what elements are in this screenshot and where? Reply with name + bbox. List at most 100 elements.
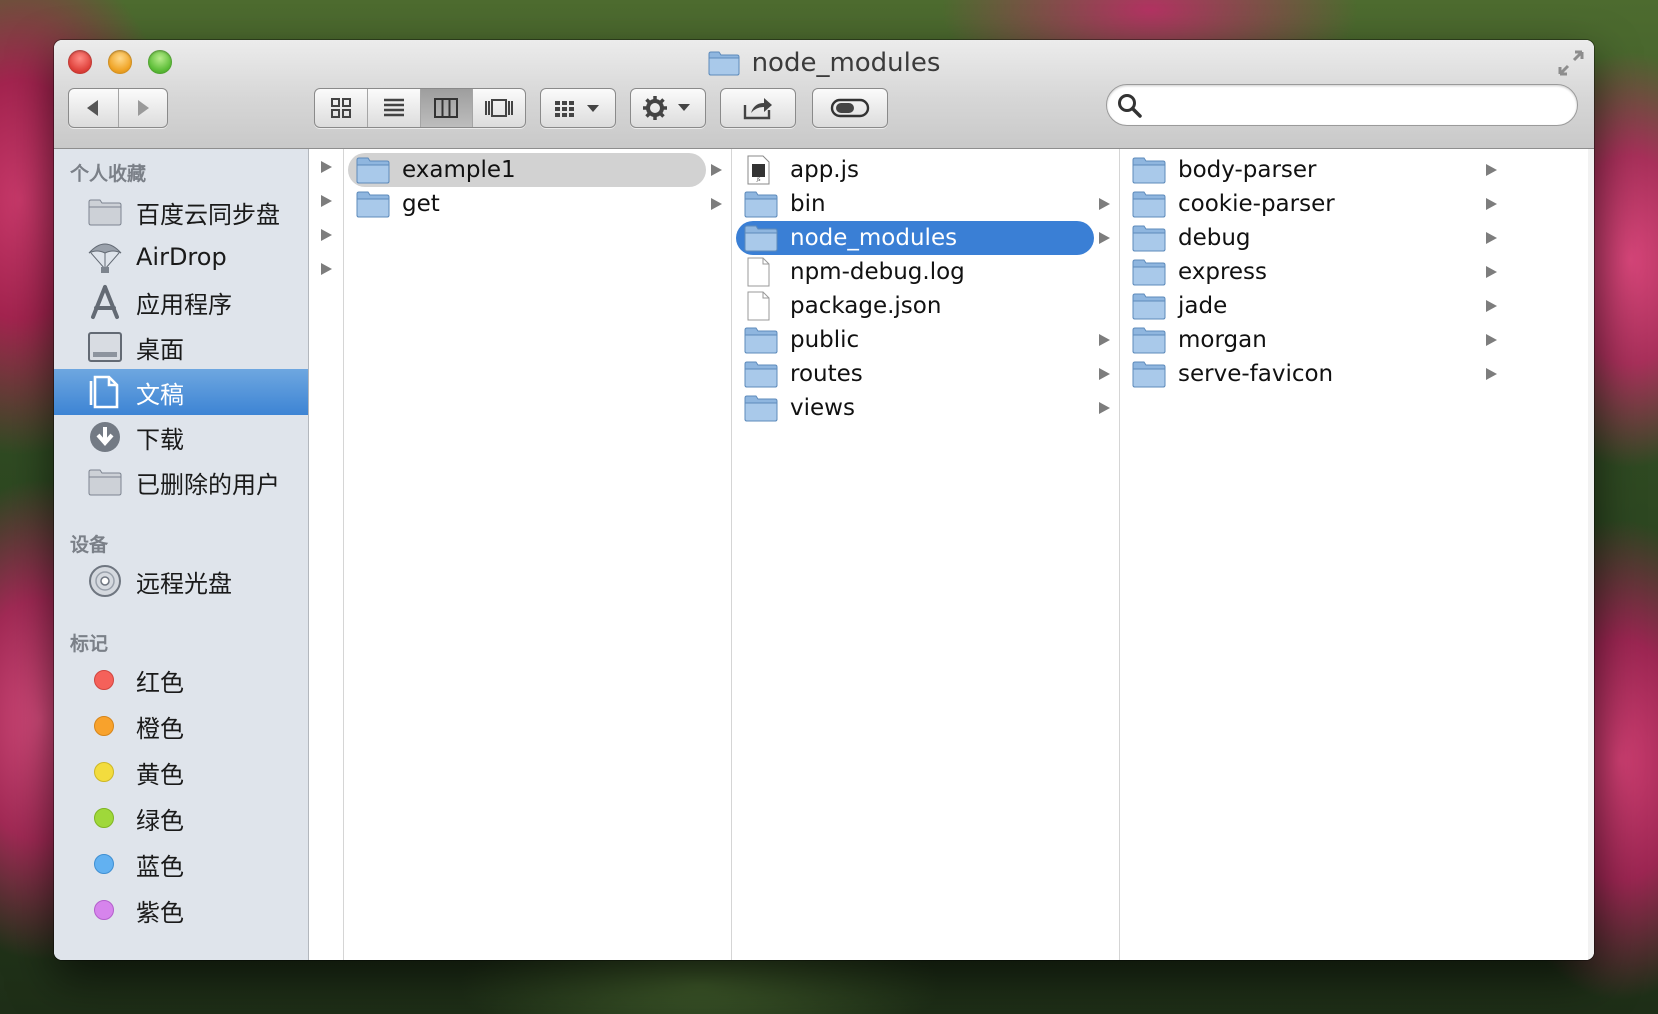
list-item-node-modules[interactable]: node_modules: [736, 221, 1094, 255]
sidebar-item-label: 文稿: [136, 380, 184, 409]
finder-window: node_modules 个人收藏 百度云同步盘 AirDrop 应用程序 桌面…: [54, 40, 1594, 960]
documents-icon: [86, 374, 124, 410]
item-name: body-parser: [1178, 157, 1317, 183]
list-item-public[interactable]: public: [736, 323, 1094, 357]
list-item-views[interactable]: views: [736, 391, 1094, 425]
sidebar-tag-red[interactable]: 红色: [54, 657, 308, 703]
list-item-morgan[interactable]: morgan: [1124, 323, 1482, 357]
sidebar-item-downloads[interactable]: 下载: [54, 414, 308, 460]
disclosure-arrow-icon: [1486, 300, 1497, 312]
folder-icon: [86, 194, 124, 230]
list-item-cookie-parser[interactable]: cookie-parser: [1124, 187, 1482, 221]
sidebar-item-remote-disc[interactable]: 远程光盘: [54, 558, 308, 604]
folder-icon: [744, 189, 778, 219]
list-item-serve-favicon[interactable]: serve-favicon: [1124, 357, 1482, 391]
disc-icon: [86, 563, 124, 599]
sidebar-tag-purple[interactable]: 紫色: [54, 887, 308, 933]
forward-arrow-icon: [137, 100, 149, 116]
sidebar-item-baidu[interactable]: 百度云同步盘: [54, 189, 308, 235]
item-name: npm-debug.log: [790, 259, 965, 285]
arrange-button[interactable]: [540, 88, 616, 128]
sidebar-item-airdrop[interactable]: AirDrop: [54, 234, 308, 280]
icon-view-button[interactable]: [315, 89, 368, 127]
share-icon: [743, 98, 772, 120]
sidebar-item-applications[interactable]: 应用程序: [54, 279, 308, 325]
sidebar-item-label: 橙色: [136, 714, 184, 743]
column-2: JS app.js bin node_modules npm-debug.log: [732, 149, 1120, 960]
action-button[interactable]: [630, 88, 706, 128]
list-item-bin[interactable]: bin: [736, 187, 1094, 221]
folder-icon: [1132, 257, 1166, 287]
folder-icon: [744, 359, 778, 389]
item-name: get: [402, 191, 440, 217]
folder-icon: [1132, 325, 1166, 355]
column-3: body-parser cookie-parser debug express: [1120, 149, 1588, 960]
file-icon: [744, 257, 778, 287]
sidebar-tag-yellow[interactable]: 黄色: [54, 749, 308, 795]
sidebar-item-label: 蓝色: [136, 852, 184, 881]
item-name: package.json: [790, 293, 942, 319]
sidebar-item-label: 已删除的用户: [136, 470, 280, 499]
cover-flow-button[interactable]: [473, 89, 525, 127]
window-title: node_modules: [54, 46, 1594, 80]
tags-button[interactable]: [812, 88, 888, 128]
forward-button[interactable]: [119, 89, 168, 127]
sidebar-tag-green[interactable]: 绿色: [54, 795, 308, 841]
disclosure-arrow-icon: [1486, 198, 1497, 210]
search-field[interactable]: [1106, 84, 1578, 126]
list-item-body-parser[interactable]: body-parser: [1124, 153, 1482, 187]
folder-icon: [744, 325, 778, 355]
list-item-get[interactable]: get: [348, 187, 706, 221]
disclosure-arrow-icon: [1099, 368, 1110, 380]
share-button[interactable]: [720, 88, 796, 128]
scrollbar[interactable]: [1588, 149, 1594, 960]
item-name: serve-favicon: [1178, 361, 1334, 387]
sidebar-item-documents[interactable]: 文稿: [54, 369, 308, 415]
disclosure-arrow-icon: [711, 164, 722, 176]
column-view-button[interactable]: [420, 89, 474, 127]
disclosure-arrow-icon: [321, 229, 332, 241]
fullscreen-icon[interactable]: [1556, 48, 1586, 78]
desktop-icon: [86, 329, 124, 365]
search-icon: [1118, 94, 1142, 118]
sidebar-item-deleted-users[interactable]: 已删除的用户: [54, 459, 308, 505]
list-item-example1[interactable]: example1: [348, 153, 706, 187]
folder-icon: [1132, 291, 1166, 321]
sidebar-tag-orange[interactable]: 橙色: [54, 703, 308, 749]
list-item-express[interactable]: express: [1124, 255, 1482, 289]
back-button[interactable]: [69, 89, 119, 127]
search-input[interactable]: [1153, 91, 1557, 121]
sidebar-item-desktop[interactable]: 桌面: [54, 324, 308, 370]
list-item-debug[interactable]: debug: [1124, 221, 1482, 255]
back-arrow-icon: [87, 100, 99, 116]
list-item-package-json[interactable]: package.json: [736, 289, 1094, 323]
sidebar-tag-blue[interactable]: 蓝色: [54, 841, 308, 887]
disclosure-arrow-icon: [1486, 232, 1497, 244]
purple-tag-dot: [94, 900, 114, 920]
applications-icon: [86, 284, 124, 320]
column-root[interactable]: [309, 149, 344, 960]
disclosure-arrow-icon: [321, 195, 332, 207]
cover-flow-icon: [485, 99, 514, 117]
disclosure-arrow-icon: [1486, 266, 1497, 278]
item-name: jade: [1178, 293, 1228, 319]
list-item-npm-debug-log[interactable]: npm-debug.log: [736, 255, 1094, 289]
item-name: routes: [790, 361, 863, 387]
sidebar-item-label: 黄色: [136, 760, 184, 789]
sidebar-item-label: 应用程序: [136, 290, 232, 319]
list-item-jade[interactable]: jade: [1124, 289, 1482, 323]
green-tag-dot: [94, 808, 114, 828]
nav-buttons: [68, 88, 168, 128]
list-item-routes[interactable]: routes: [736, 357, 1094, 391]
item-name: debug: [1178, 225, 1251, 251]
folder-icon: [744, 223, 778, 253]
item-name: express: [1178, 259, 1268, 285]
list-view-button[interactable]: [368, 89, 421, 127]
list-item-app-js[interactable]: JS app.js: [736, 153, 1094, 187]
disclosure-arrow-icon: [321, 263, 332, 275]
disclosure-arrow-icon: [711, 198, 722, 210]
gear-icon: [643, 96, 690, 120]
disclosure-arrow-icon: [1099, 334, 1110, 346]
sidebar-item-label: 百度云同步盘: [136, 200, 280, 229]
folder-icon: [744, 393, 778, 423]
